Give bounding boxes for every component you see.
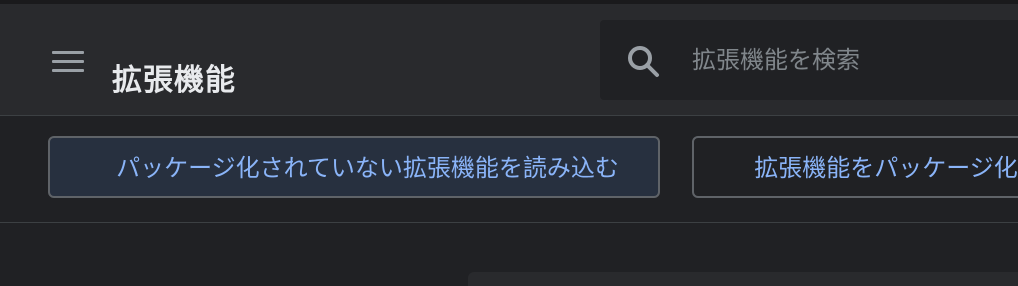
menu-line-bottom <box>52 69 84 72</box>
pack-extension-button[interactable]: 拡張機能をパッケージ化 <box>692 136 1018 198</box>
page-title: 拡張機能 <box>112 63 236 99</box>
extensions-content-area <box>0 223 1018 286</box>
extensions-page: 拡張機能 パッケージ化されていない拡張機能を読み込む 拡張機能をパッケージ化 <box>0 0 1018 286</box>
search-input[interactable] <box>692 40 1012 80</box>
menu-line-middle <box>52 60 84 63</box>
hamburger-menu-icon[interactable] <box>50 47 86 77</box>
extensions-header: 拡張機能 <box>0 4 1018 116</box>
search-box[interactable] <box>600 20 1018 100</box>
developer-toolbar: パッケージ化されていない拡張機能を読み込む 拡張機能をパッケージ化 <box>0 116 1018 223</box>
menu-line-top <box>52 51 84 54</box>
search-icon[interactable] <box>626 44 660 78</box>
extension-card-edge <box>468 272 1018 286</box>
load-unpacked-button[interactable]: パッケージ化されていない拡張機能を読み込む <box>48 136 660 198</box>
